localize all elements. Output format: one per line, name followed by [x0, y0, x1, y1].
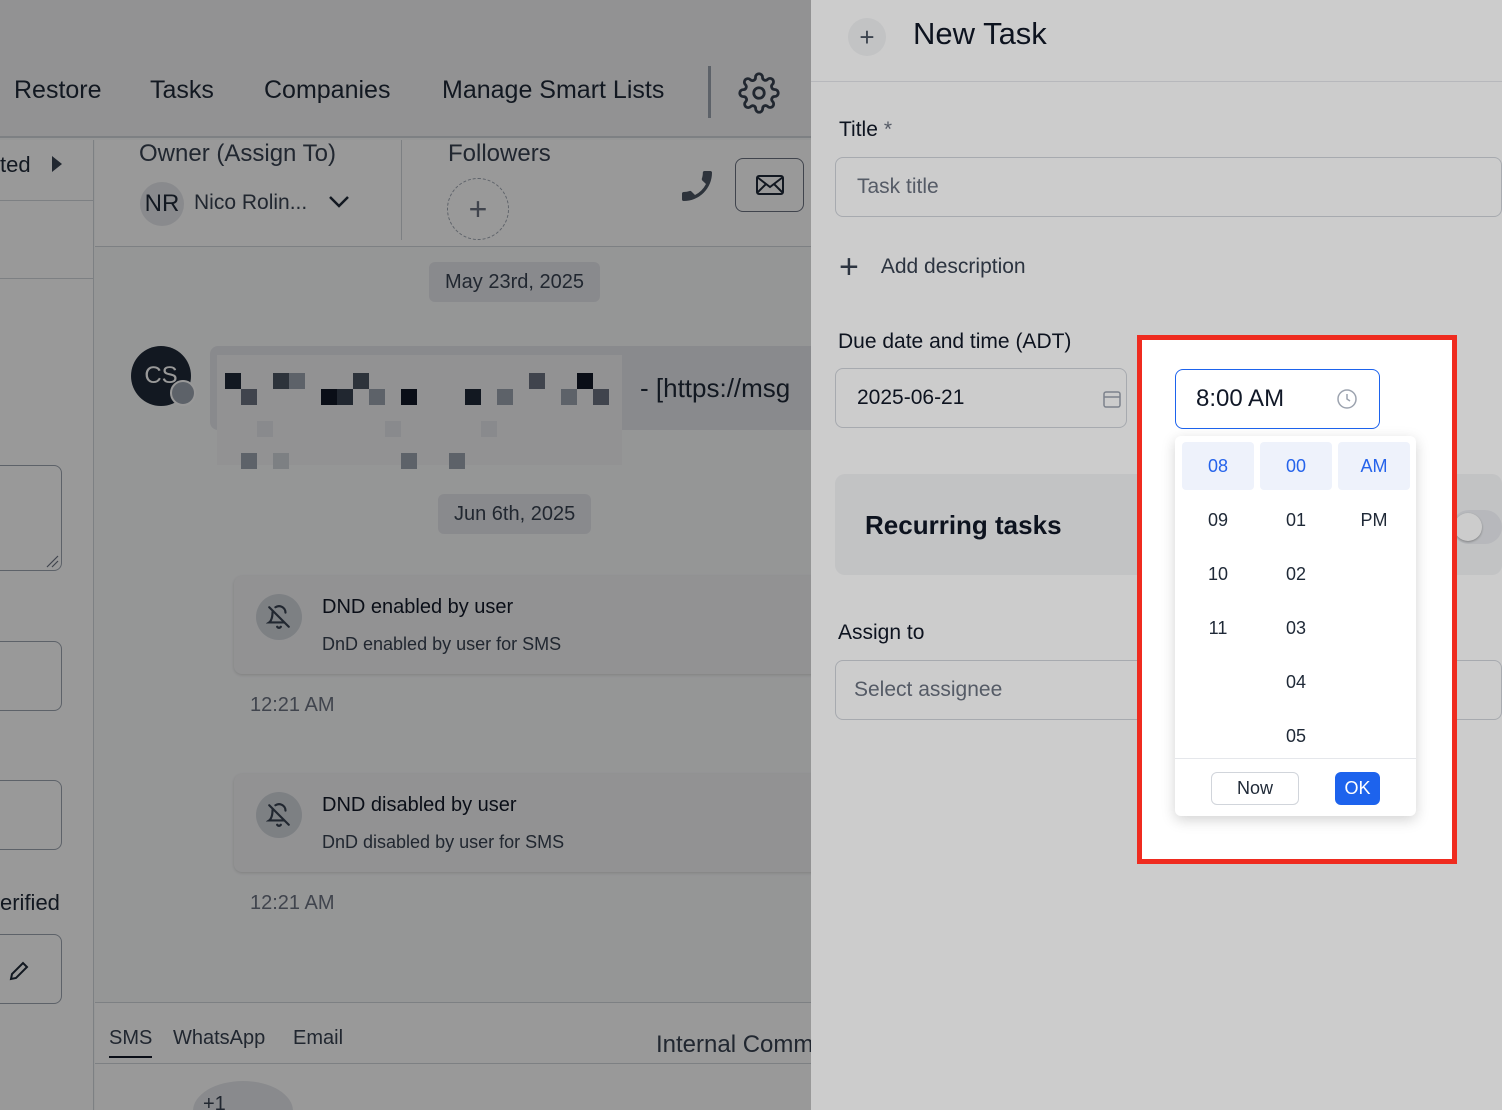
hour-column: 08 09 10 11: [1182, 442, 1254, 658]
add-description-button[interactable]: + Add description: [839, 250, 1026, 284]
plus-icon: +: [839, 248, 859, 286]
minute-column: 00 01 02 03 04 05: [1260, 442, 1332, 766]
clock-icon[interactable]: [1336, 388, 1358, 410]
hour-option[interactable]: 10: [1182, 550, 1254, 598]
required-mark: *: [883, 118, 893, 141]
due-time-value: 8:00 AM: [1196, 385, 1285, 412]
due-date-input[interactable]: 2025-06-21: [835, 368, 1127, 428]
minute-option[interactable]: 05: [1260, 712, 1332, 760]
due-date-label: Due date and time (ADT): [838, 330, 1072, 353]
recurring-toggle[interactable]: [1452, 510, 1502, 544]
title-label: Title *: [839, 118, 893, 141]
minute-option[interactable]: 00: [1260, 442, 1332, 490]
plus-icon: +: [848, 18, 886, 56]
meridiem-option[interactable]: AM: [1338, 442, 1410, 490]
minute-option[interactable]: 01: [1260, 496, 1332, 544]
time-picker-dropdown: 08 09 10 11 00 01 02 03 04 05 AM PM Now …: [1175, 436, 1416, 816]
add-description-label: Add description: [880, 255, 1026, 278]
minute-option[interactable]: 02: [1260, 550, 1332, 598]
hour-option[interactable]: 08: [1182, 442, 1254, 490]
hour-option[interactable]: 11: [1182, 604, 1254, 652]
recurring-tasks-label: Recurring tasks: [865, 510, 1062, 540]
task-title-input[interactable]: Task title: [835, 157, 1502, 217]
minute-option[interactable]: 03: [1260, 604, 1332, 652]
now-button[interactable]: Now: [1211, 772, 1299, 805]
minute-option[interactable]: 04: [1260, 658, 1332, 706]
ok-button[interactable]: OK: [1335, 772, 1380, 805]
due-date-value: 2025-06-21: [857, 386, 965, 409]
hour-option[interactable]: 09: [1182, 496, 1254, 544]
meridiem-option[interactable]: PM: [1338, 496, 1410, 544]
calendar-icon[interactable]: [1102, 389, 1122, 409]
modal-backdrop[interactable]: [0, 0, 811, 1110]
panel-title: New Task: [913, 16, 1047, 51]
meridiem-column: AM PM: [1338, 442, 1410, 550]
panel-header: + New Task: [811, 0, 1502, 82]
assign-to-label: Assign to: [838, 621, 925, 644]
time-picker-footer: Now OK: [1175, 758, 1416, 816]
toggle-knob: [1454, 513, 1482, 541]
due-time-input[interactable]: 8:00 AM: [1175, 369, 1380, 429]
